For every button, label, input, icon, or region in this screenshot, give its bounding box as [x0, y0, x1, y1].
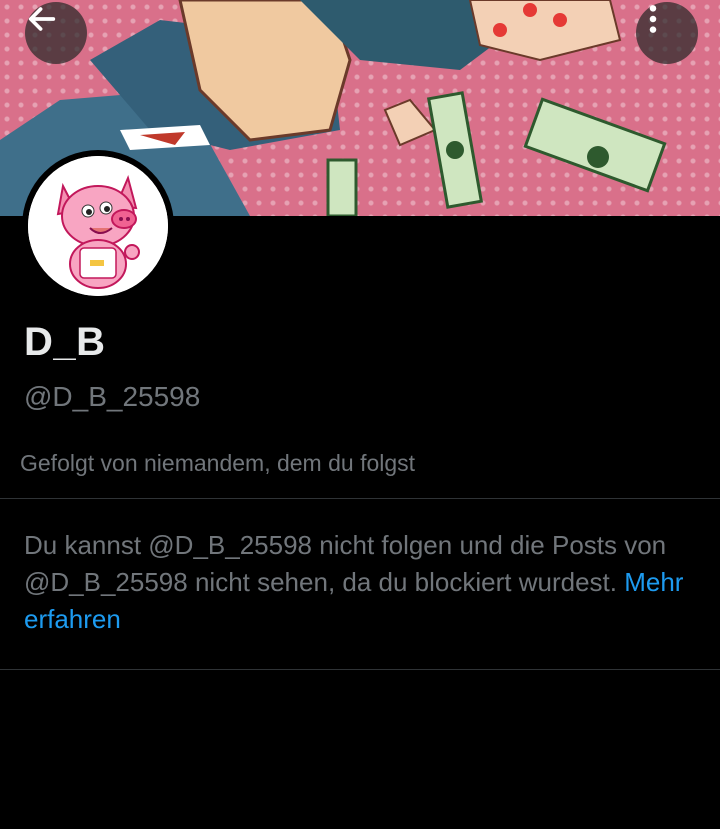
- avatar[interactable]: [22, 150, 174, 302]
- divider: [0, 498, 720, 499]
- user-handle: @D_B_25598: [24, 381, 201, 412]
- more-options-button[interactable]: [636, 2, 698, 64]
- followed-by-text[interactable]: Gefolgt von niemandem, dem du folgst: [20, 450, 415, 477]
- divider: [0, 669, 720, 670]
- more-vertical-icon: [649, 5, 657, 33]
- blocked-notice: Du kannst @D_B_25598 nicht folgen und di…: [24, 527, 694, 638]
- blocked-notice-text: Du kannst @D_B_25598 nicht folgen und di…: [24, 530, 667, 597]
- back-button[interactable]: [25, 2, 87, 64]
- display-name: D_B: [24, 320, 106, 364]
- arrow-left-icon: [28, 7, 56, 31]
- avatar-image: [28, 156, 168, 296]
